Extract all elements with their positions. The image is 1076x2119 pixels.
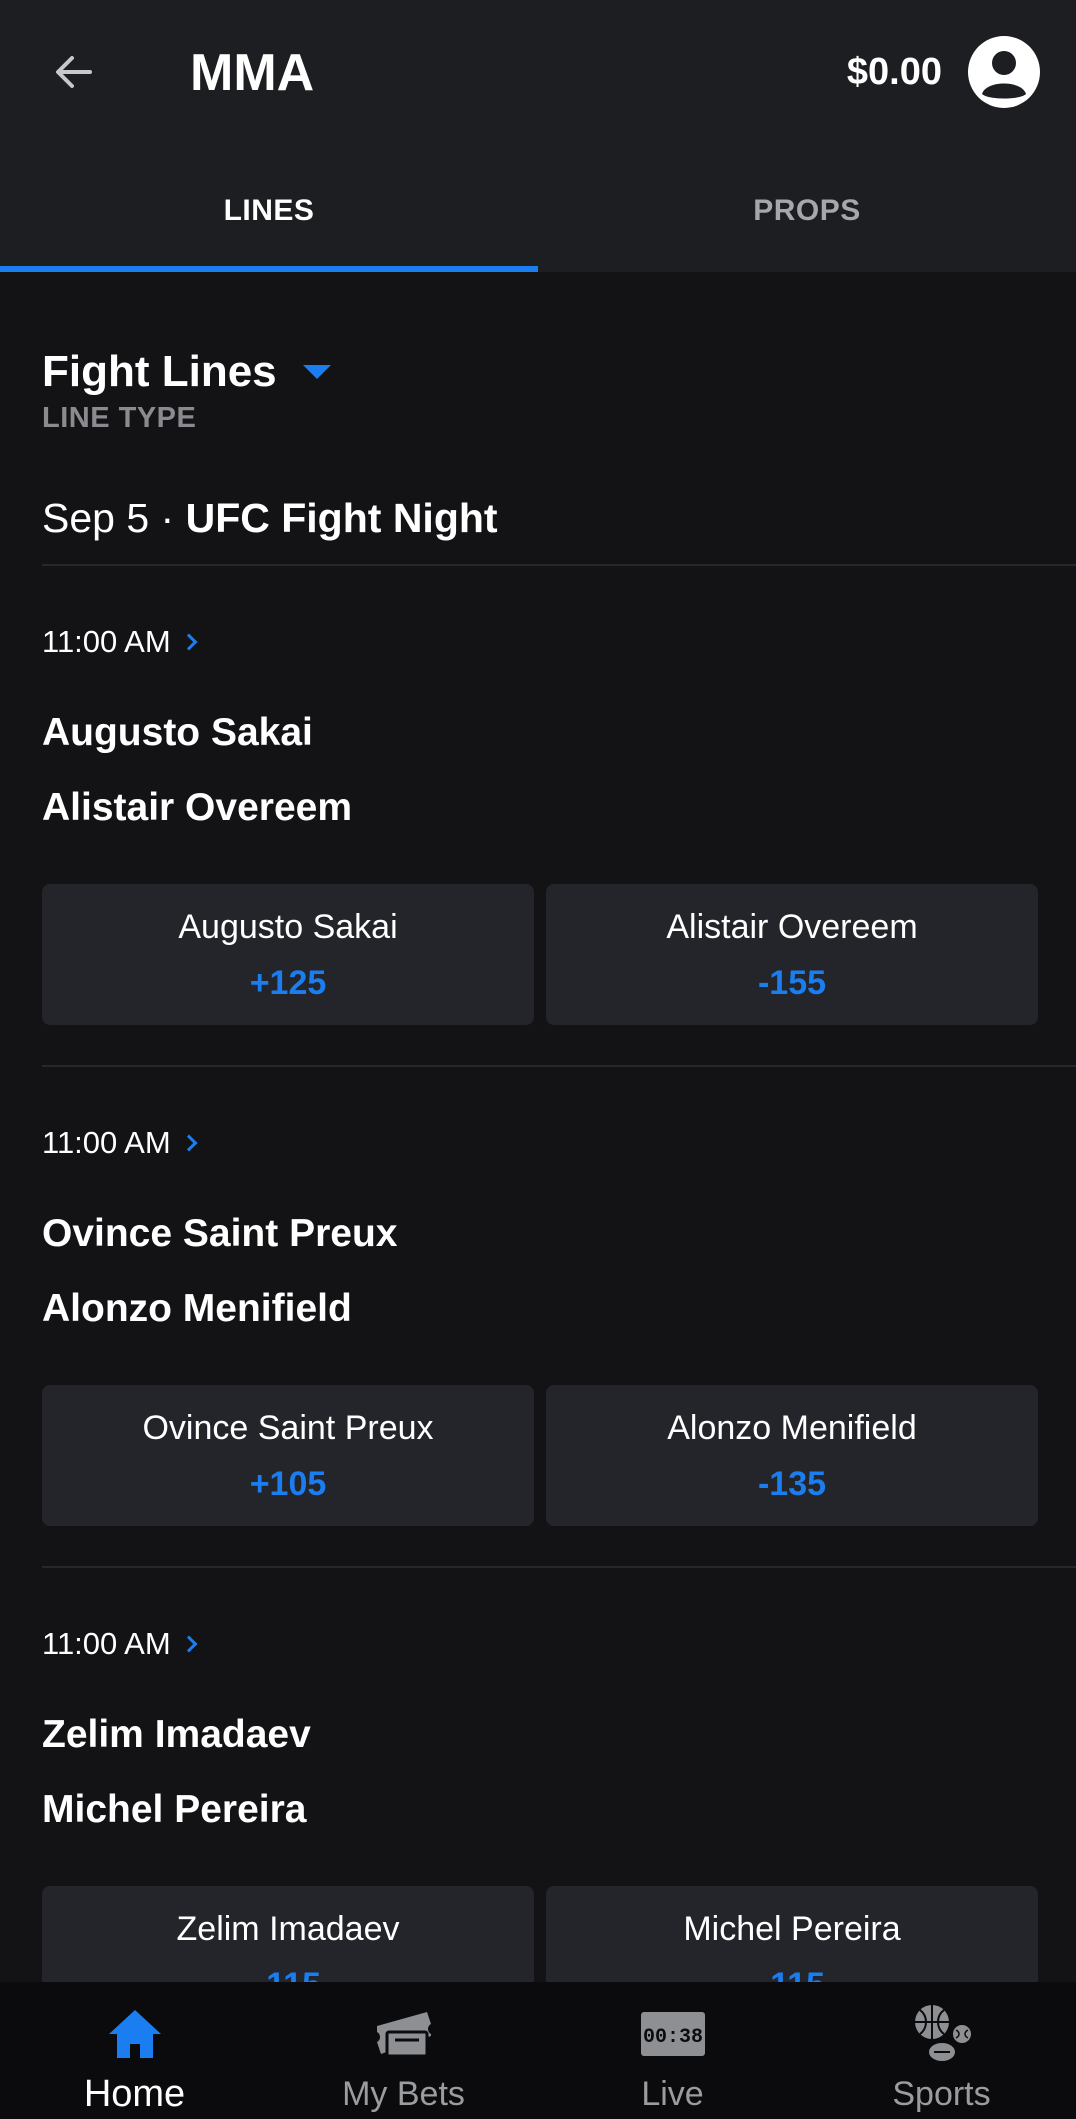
odds-fighter-name: Augusto Sakai	[178, 907, 398, 946]
nav-label: Live	[641, 2075, 704, 2113]
odds-row: Augusto Sakai +125 Alistair Overeem -155	[42, 884, 1038, 1025]
fight-time-link[interactable]: 11:00 AM	[42, 1626, 198, 1662]
fighter-name: Michel Pereira	[42, 1788, 307, 1831]
nav-label: My Bets	[342, 2075, 465, 2113]
odds-price: -115	[255, 1963, 321, 1983]
sports-balls-icon	[910, 2002, 974, 2066]
line-type-dropdown[interactable]: Fight Lines	[42, 344, 331, 400]
account-button[interactable]	[968, 36, 1040, 108]
fight-time: 11:00 AM	[42, 1125, 171, 1160]
fight-time: 11:00 AM	[42, 624, 171, 659]
odds-fighter-name: Michel Pereira	[683, 1909, 901, 1948]
fight-time-link[interactable]: 11:00 AM	[42, 624, 198, 660]
tab-bar: LINES PROPS	[0, 150, 1076, 272]
odds-row: Ovince Saint Preux +105 Alonzo Menifield…	[42, 1385, 1038, 1526]
fight-time: 11:00 AM	[42, 1626, 171, 1661]
odds-button[interactable]: Alonzo Menifield -135	[546, 1385, 1038, 1526]
app-root: MMA $0.00 LINES PROPS Fight Lines LINE T…	[0, 0, 1076, 2119]
fight-time-link[interactable]: 11:00 AM	[42, 1125, 198, 1161]
caret-down-icon	[302, 365, 331, 379]
fight-card: 11:00 AM Zelim Imadaev Michel Pereira Ze…	[0, 1568, 1076, 1982]
fighter-name: Ovince Saint Preux	[42, 1212, 398, 1255]
nav-label: Sports	[892, 2075, 991, 2113]
nav-live[interactable]: 00:38 Live	[538, 1982, 807, 2119]
page-title: MMA	[190, 44, 315, 102]
odds-price: -135	[757, 1464, 827, 1503]
tab-lines[interactable]: LINES	[0, 150, 538, 272]
odds-button[interactable]: Augusto Sakai +125	[42, 884, 534, 1025]
live-clock-text: 00:38	[642, 2026, 702, 2049]
fighter-name: Zelim Imadaev	[42, 1713, 311, 1756]
odds-row: Zelim Imadaev -115 Michel Pereira -115	[42, 1886, 1038, 1982]
ticket-icon	[372, 2002, 436, 2066]
odds-fighter-name: Zelim Imadaev	[176, 1909, 400, 1948]
event-date: Sep 5 ·	[42, 495, 186, 541]
nav-sports[interactable]: Sports	[807, 1982, 1076, 2119]
odds-button[interactable]: Zelim Imadaev -115	[42, 1886, 534, 1982]
nav-label: Home	[83, 2073, 186, 2115]
odds-fighter-name: Alonzo Menifield	[667, 1408, 917, 1447]
odds-fighter-name: Ovince Saint Preux	[142, 1408, 434, 1447]
odds-price: +105	[249, 1464, 327, 1503]
fight-card: 11:00 AM Ovince Saint Preux Alonzo Menif…	[0, 1067, 1076, 1568]
event-header: Sep 5 · UFC Fight Night	[42, 490, 498, 546]
odds-fighter-name: Alistair Overeem	[666, 907, 918, 946]
chevron-right-icon	[180, 633, 198, 651]
nav-my-bets[interactable]: My Bets	[269, 1982, 538, 2119]
odds-button[interactable]: Michel Pereira -115	[546, 1886, 1038, 1982]
odds-price: +125	[249, 963, 327, 1002]
bottom-navigation: Home My Bets 00:38 Live Sports	[0, 1982, 1076, 2119]
back-arrow-icon	[56, 56, 92, 88]
odds-price: -115	[759, 1963, 825, 1983]
home-icon	[103, 2002, 167, 2066]
fighter-name: Alistair Overeem	[42, 786, 353, 829]
back-button[interactable]	[40, 38, 108, 106]
odds-price: -155	[757, 963, 827, 1002]
account-balance[interactable]: $0.00	[847, 46, 942, 98]
line-type-label: LINE TYPE	[42, 402, 197, 434]
fighter-name: Alonzo Menifield	[42, 1287, 352, 1330]
fight-card: 11:00 AM Augusto Sakai Alistair Overeem …	[0, 566, 1076, 1067]
line-type-title: Fight Lines	[42, 347, 277, 396]
live-clock-icon: 00:38	[640, 2002, 705, 2066]
event-name: UFC Fight Night	[185, 495, 498, 541]
fighter-name: Augusto Sakai	[42, 711, 313, 754]
tab-props[interactable]: PROPS	[538, 150, 1076, 272]
app-header: MMA $0.00 LINES PROPS	[0, 0, 1076, 272]
odds-button[interactable]: Alistair Overeem -155	[546, 884, 1038, 1025]
nav-home[interactable]: Home	[0, 1982, 269, 2119]
odds-button[interactable]: Ovince Saint Preux +105	[42, 1385, 534, 1526]
chevron-right-icon	[180, 1635, 198, 1653]
user-avatar-icon	[968, 36, 1040, 108]
chevron-right-icon	[180, 1134, 198, 1152]
main-content: Fight Lines LINE TYPE Sep 5 · UFC Fight …	[0, 272, 1076, 1982]
